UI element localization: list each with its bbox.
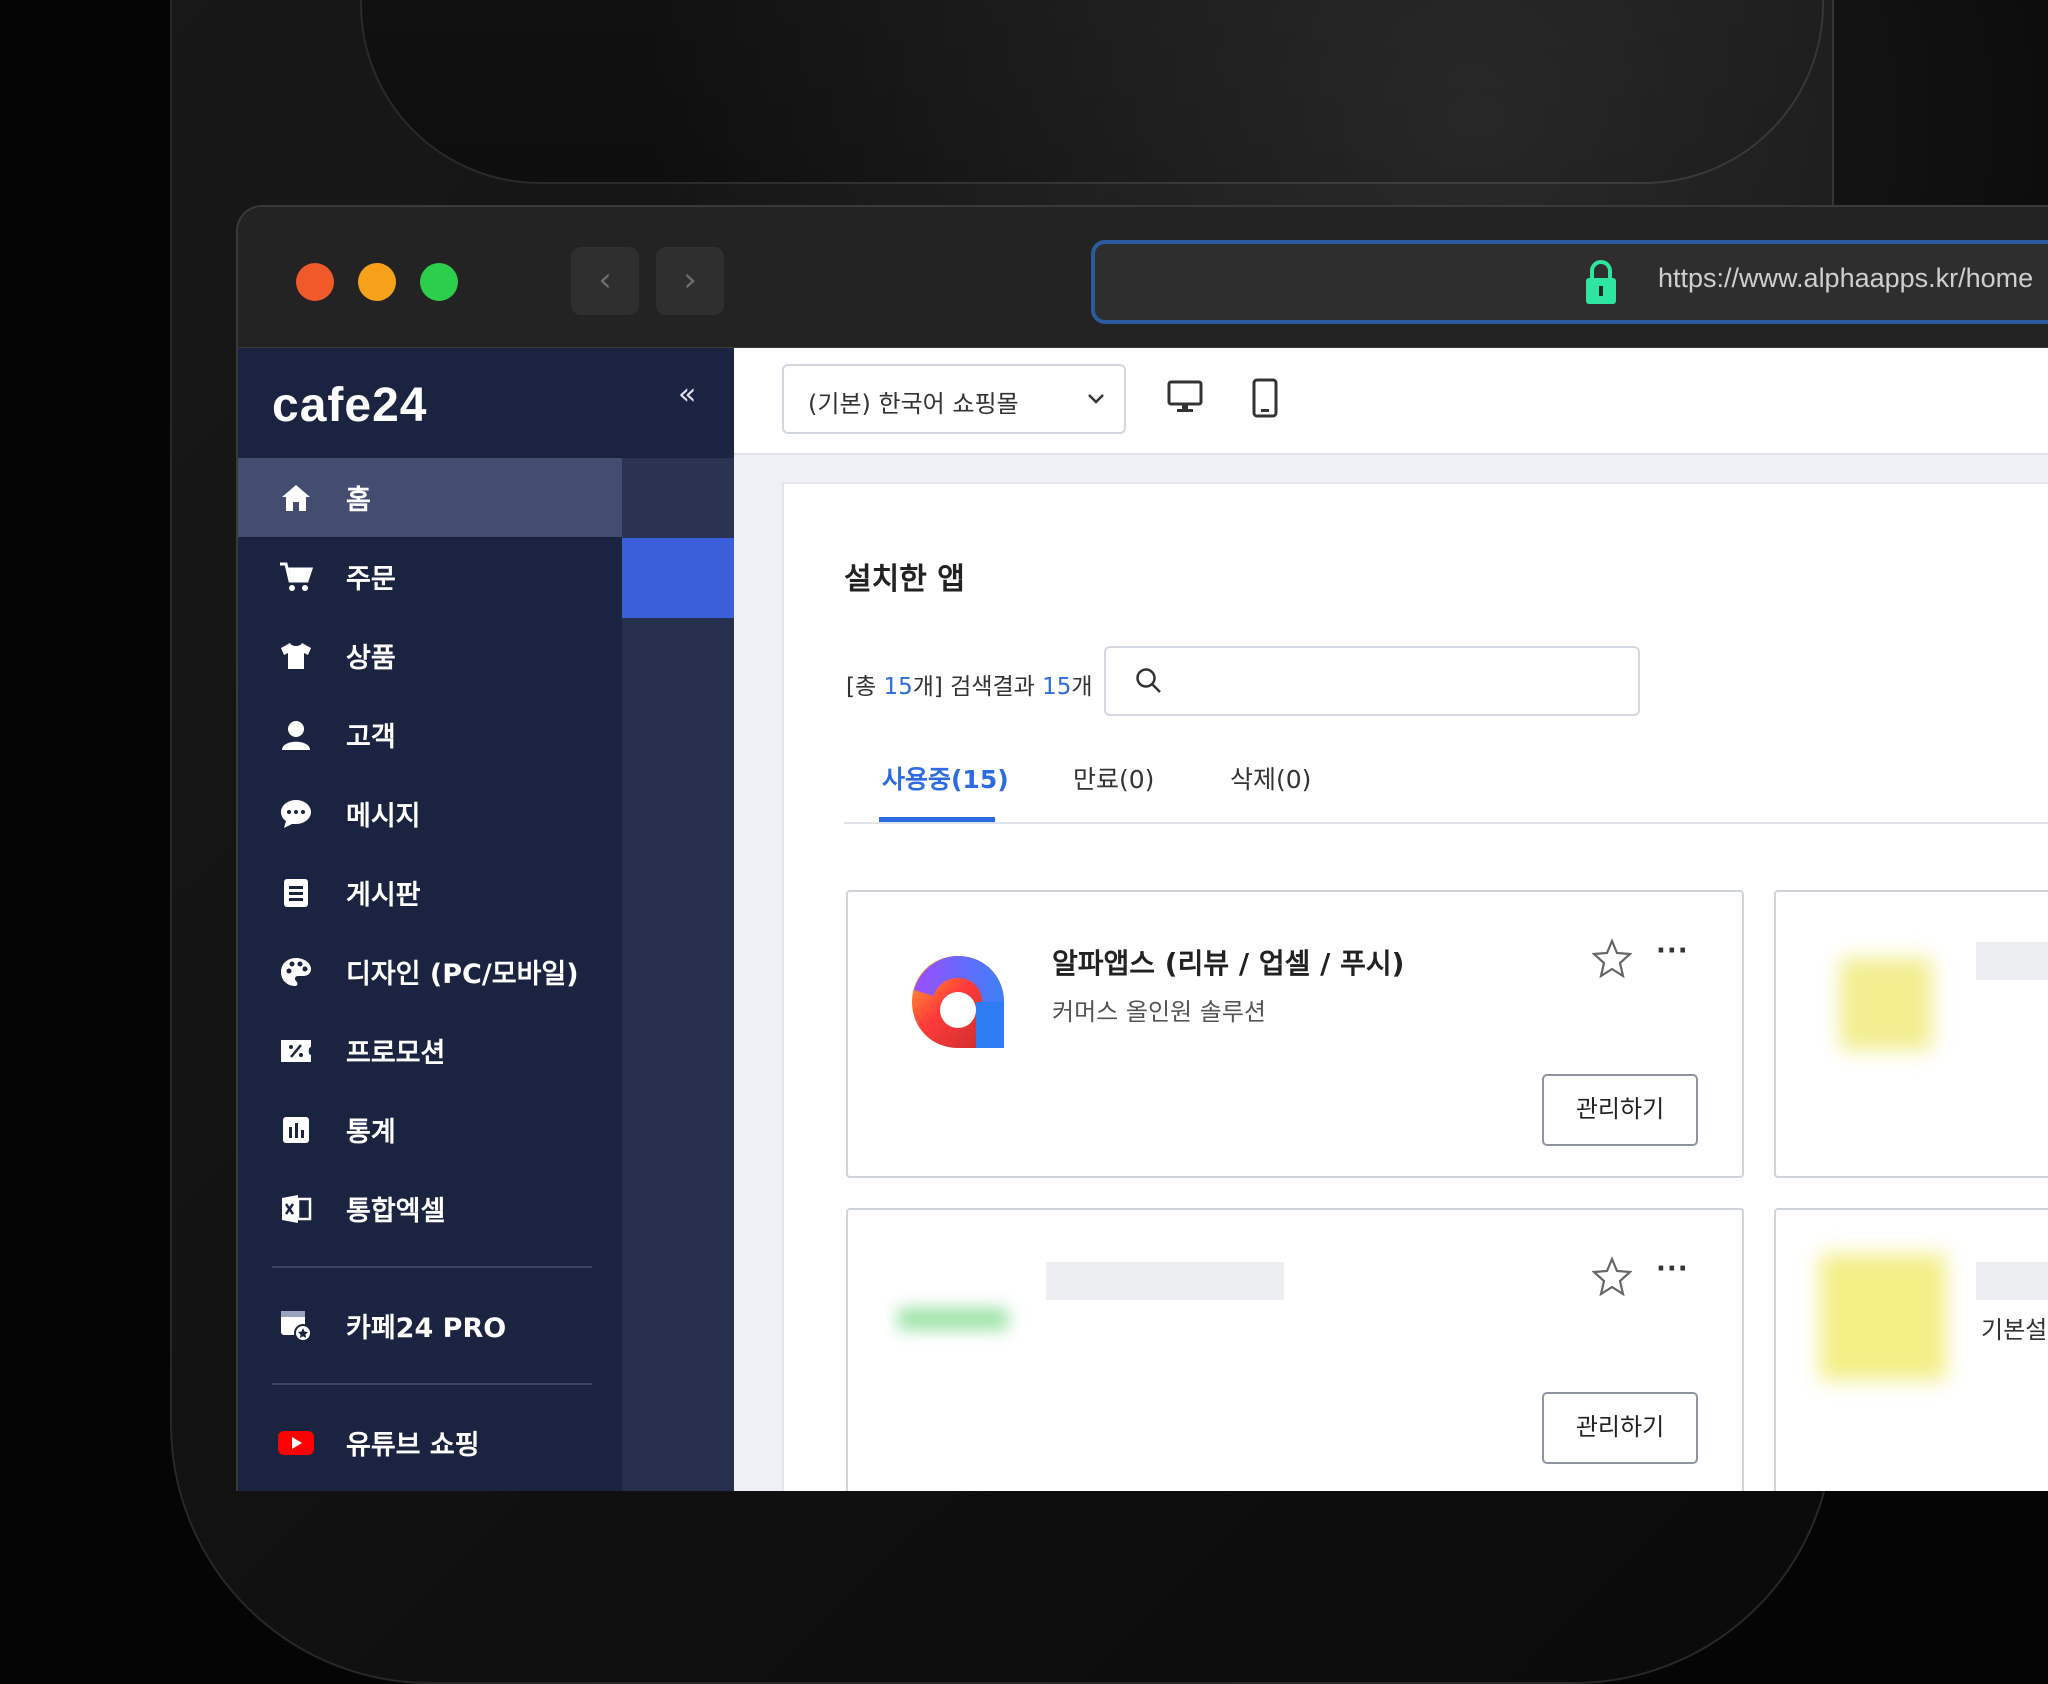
sidebar-item-orders[interactable]: 주문	[238, 537, 622, 616]
store-select-value: (기본) 한국어 쇼핑몰	[808, 390, 1019, 418]
blurred-app-logo	[1840, 958, 1932, 1050]
sidebar-item-label: 카페24 PRO	[346, 1313, 507, 1344]
app-name-placeholder	[1046, 1262, 1284, 1300]
blurred-app-logo	[898, 1308, 1008, 1330]
sidebar-item-promotion[interactable]: 프로모션	[238, 1011, 622, 1090]
mobile-icon[interactable]	[1250, 378, 1280, 418]
sidebar-item-label: 게시판	[346, 880, 421, 911]
app-name-placeholder	[1976, 1262, 2048, 1300]
main-content: (기본) 한국어 쇼핑몰 설치한 앱 [총 15개] 검색결과 15개 사용중(…	[734, 348, 2048, 1491]
sidebar-item-label: 디자인 (PC/모바일)	[346, 959, 579, 990]
more-options-icon[interactable]: ···	[1656, 936, 1689, 966]
forward-button[interactable]: ›	[656, 247, 724, 315]
sidebar-item-label: 통합엑셀	[346, 1196, 446, 1227]
sidebar-submenu-column	[622, 348, 734, 1491]
sidebar-item-label: 고객	[346, 722, 396, 753]
sidebar-item-label: 주문	[346, 564, 396, 595]
collapse-sidebar-icon[interactable]: «	[678, 377, 696, 412]
submenu-top-block	[622, 458, 734, 538]
count-mid: 개] 검색결과	[912, 674, 1043, 700]
status-tabs: 사용중(15) 만료(0) 삭제(0)	[844, 738, 2048, 824]
sidebar-item-board[interactable]: 게시판	[238, 853, 622, 932]
sidebar-item-label: 상품	[346, 643, 396, 674]
page-title: 설치한 앱	[844, 562, 965, 597]
result-count: [총 15개] 검색결과 15개	[846, 667, 1093, 701]
home-icon	[276, 478, 316, 518]
sidebar-item-products[interactable]: 상품	[238, 616, 622, 695]
active-tab-underline	[879, 817, 995, 822]
app-name: 알파앱스 (리뷰 / 업셀 / 푸시)	[1052, 947, 1405, 980]
app-description: 커머스 올인원 솔루션	[1052, 998, 1266, 1026]
app-card[interactable]	[1774, 890, 2048, 1178]
stats-icon	[276, 1110, 316, 1150]
more-options-icon[interactable]: ···	[1656, 1254, 1689, 1284]
sidebar-item-label: 유튜브 쇼핑	[346, 1430, 480, 1461]
count-suffix: 개	[1071, 674, 1093, 700]
sidebar-item-label: 프로모션	[346, 1038, 446, 1069]
sidebar-header: cafe24 «	[238, 348, 734, 458]
manage-button[interactable]: 관리하기	[1542, 1074, 1698, 1146]
chevron-down-icon	[1088, 394, 1104, 404]
sidebar-item-label: 통계	[346, 1117, 396, 1148]
cart-icon	[276, 557, 316, 597]
store-select[interactable]: (기본) 한국어 쇼핑몰	[782, 364, 1126, 434]
sidebar-item-stats[interactable]: 통계	[238, 1090, 622, 1169]
sidebar-item-label: 홈	[346, 485, 371, 516]
search-result-count: 15	[1042, 674, 1072, 700]
search-icon	[1136, 668, 1161, 693]
star-icon[interactable]	[1592, 1256, 1632, 1296]
sidebar-menu: 홈 주문 상품 고객 메시지 게시판 디자인 (PC/모바일) 프로모션 통계 …	[238, 458, 622, 1482]
browser-window: ‹ › https://www.alphaapps.kr/home 홈 주문 상…	[236, 205, 2048, 1491]
sidebar: 홈 주문 상품 고객 메시지 게시판 디자인 (PC/모바일) 프로모션 통계 …	[238, 348, 626, 1491]
close-window-button[interactable]	[296, 263, 334, 301]
star-icon[interactable]	[1592, 938, 1632, 978]
monitor-icon[interactable]	[1166, 378, 1204, 416]
top-toolbar: (기본) 한국어 쇼핑몰	[734, 348, 2048, 455]
url-text: https://www.alphaapps.kr/home	[1658, 263, 2034, 293]
youtube-icon	[276, 1423, 316, 1463]
app-card[interactable]: ··· 관리하기	[846, 1208, 1744, 1491]
tab-deleted[interactable]: 삭제(0)	[1230, 760, 1311, 796]
blurred-app-logo	[1820, 1254, 1946, 1380]
sidebar-item-design[interactable]: 디자인 (PC/모바일)	[238, 932, 622, 1011]
pro-icon	[276, 1306, 316, 1346]
sidebar-item-youtube-shopping[interactable]: 유튜브 쇼핑	[238, 1403, 622, 1482]
sidebar-item-cafe24-pro[interactable]: 카페24 PRO	[238, 1286, 622, 1365]
palette-icon	[276, 952, 316, 992]
excel-icon	[276, 1189, 316, 1229]
tab-in-use[interactable]: 사용중(15)	[882, 760, 1009, 796]
sidebar-item-messages[interactable]: 메시지	[238, 774, 622, 853]
app-card[interactable]: 기본설	[1774, 1208, 2048, 1491]
maximize-window-button[interactable]	[420, 263, 458, 301]
minimize-window-button[interactable]	[358, 263, 396, 301]
sidebar-item-home[interactable]: 홈	[238, 458, 622, 537]
submenu-highlight	[622, 538, 734, 618]
manage-button[interactable]: 관리하기	[1542, 1392, 1698, 1464]
sidebar-item-customers[interactable]: 고객	[238, 695, 622, 774]
browser-titlebar: ‹ › https://www.alphaapps.kr/home	[238, 207, 2048, 348]
cafe24-logo[interactable]: cafe24	[272, 378, 427, 433]
alphaapps-logo	[912, 956, 1004, 1048]
installed-apps-panel: 설치한 앱 [총 15개] 검색결과 15개 사용중(15) 만료(0) 삭제(…	[782, 482, 2048, 1491]
app-card[interactable]: 알파앱스 (리뷰 / 업셀 / 푸시) 커머스 올인원 솔루션 ··· 관리하기	[846, 890, 1744, 1178]
lock-icon	[1586, 260, 1616, 304]
user-icon	[276, 715, 316, 755]
app-name-placeholder	[1976, 942, 2048, 980]
board-icon	[276, 873, 316, 913]
count-prefix: [총	[846, 674, 884, 700]
shirt-icon	[276, 636, 316, 676]
coupon-icon	[276, 1031, 316, 1071]
sidebar-divider	[272, 1383, 592, 1385]
chat-icon	[276, 794, 316, 834]
sidebar-divider	[272, 1266, 592, 1268]
sidebar-item-label: 메시지	[346, 801, 421, 832]
sidebar-item-excel[interactable]: 통합엑셀	[238, 1169, 622, 1248]
back-button[interactable]: ‹	[571, 247, 639, 315]
app-name-partial: 기본설	[1981, 1316, 2048, 1344]
tab-expired[interactable]: 만료(0)	[1073, 760, 1154, 796]
total-count: 15	[883, 674, 913, 700]
search-input[interactable]	[1104, 646, 1640, 716]
